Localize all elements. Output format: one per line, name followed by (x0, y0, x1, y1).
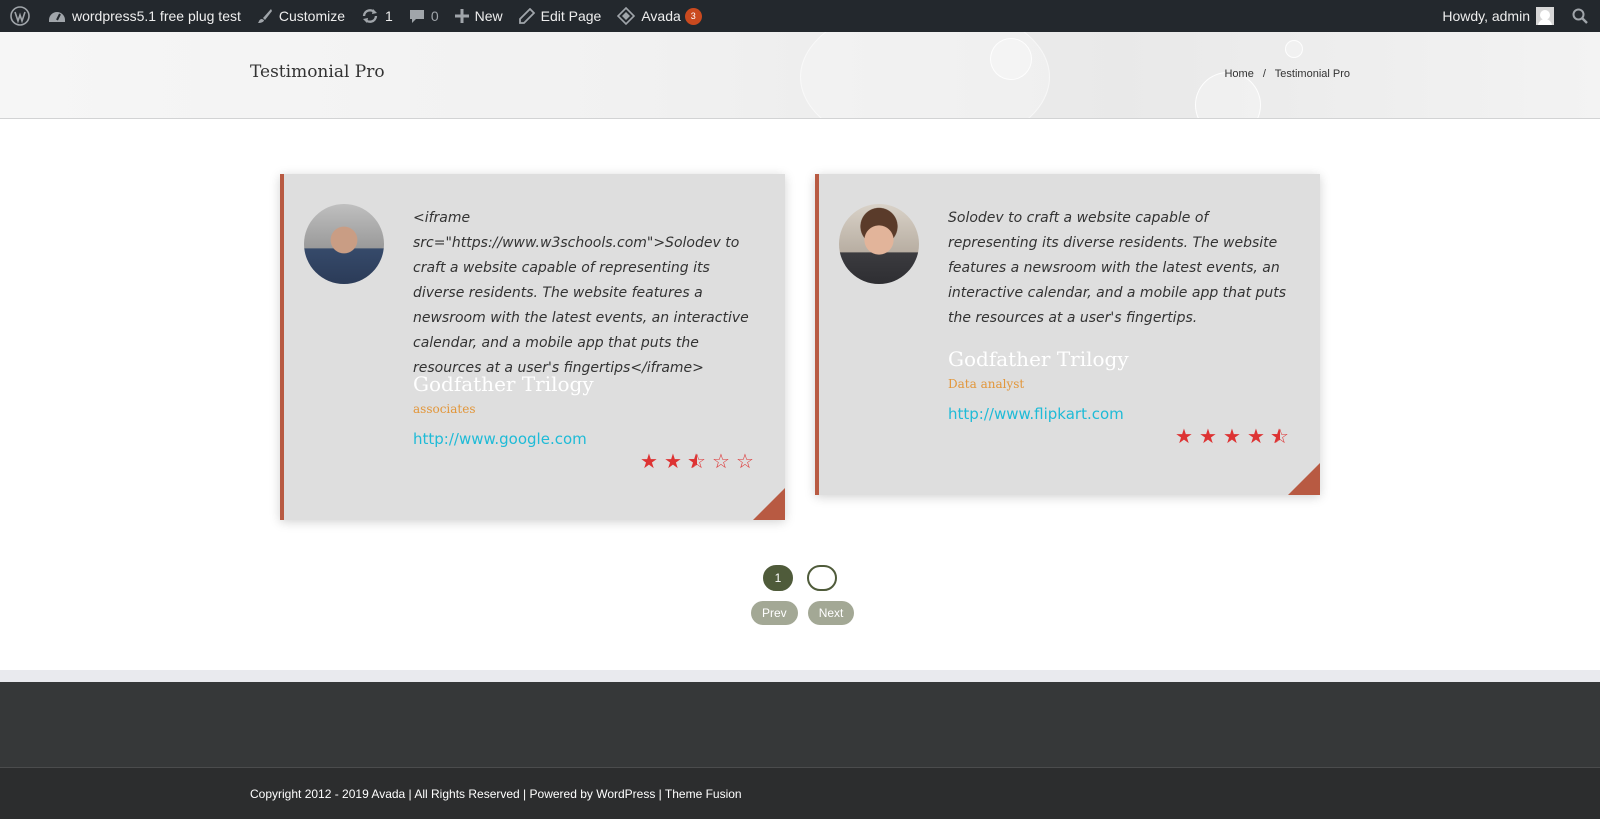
avada-notification-badge: 3 (684, 7, 702, 25)
avada-icon (617, 7, 636, 25)
page-title-bar: Testimonial Pro Home / Testimonial Pro (0, 32, 1600, 119)
star-empty-icon: ☆ (712, 451, 730, 473)
edit-page-link[interactable]: Edit Page (511, 0, 610, 32)
page-dot-2[interactable] (807, 565, 837, 591)
decorative-bubble (1285, 40, 1303, 58)
updates-icon (362, 9, 378, 23)
footer-copyright-bar: Copyright 2012 - 2019 Avada | All Rights… (0, 767, 1600, 819)
howdy-label: Howdy, admin (1442, 8, 1530, 24)
testimonial-text: <iframe src="https://www.w3schools.com">… (413, 210, 749, 376)
customize-link[interactable]: Customize (249, 0, 353, 32)
comments-link[interactable]: 0 (401, 0, 447, 32)
star-full-icon: ★ (1223, 426, 1241, 448)
testimonial-avatar (839, 204, 919, 284)
testimonial-position: associates (413, 402, 476, 416)
star-full-icon: ★ (1175, 426, 1193, 448)
customize-label: Customize (278, 8, 346, 24)
pagination-nav: Prev Next (751, 601, 855, 625)
wordpress-icon (10, 6, 30, 26)
avada-menu[interactable]: Avada 3 (609, 0, 709, 32)
wp-admin-bar: wordpress5.1 free plug test Customize 1 … (0, 0, 1600, 32)
star-empty-icon: ☆ (736, 451, 754, 473)
next-button[interactable]: Next (807, 601, 855, 625)
star-rating: ★★☆★☆☆ (639, 452, 755, 472)
my-account-menu[interactable]: Howdy, admin (1434, 0, 1562, 32)
footer-widgets-area (0, 670, 1600, 768)
pagination-dots: 1 (763, 565, 837, 591)
updates-count: 1 (385, 8, 393, 24)
decorative-bubble (800, 32, 1050, 118)
card-corner-decoration (1288, 463, 1320, 495)
new-label: New (474, 8, 503, 24)
prev-button[interactable]: Prev (751, 601, 798, 625)
testimonial-text: Solodev to craft a website capable of re… (948, 210, 1287, 326)
site-name: wordpress5.1 free plug test (72, 8, 241, 24)
testimonial-position: Data analyst (948, 377, 1025, 391)
pencil-icon (518, 8, 535, 24)
breadcrumb: Home / Testimonial Pro (1224, 68, 1350, 80)
star-full-icon: ★ (1199, 426, 1217, 448)
edit-page-label: Edit Page (540, 8, 602, 24)
testimonial-website-link[interactable]: http://www.flipkart.com (948, 405, 1124, 423)
avada-label: Avada (641, 8, 681, 24)
wordpress-logo-menu[interactable] (0, 0, 40, 32)
breadcrumb-separator: / (1262, 68, 1266, 80)
star-full-icon: ★ (640, 451, 658, 473)
testimonial-name: Godfather Trilogy (413, 372, 594, 396)
testimonial-website-link[interactable]: http://www.google.com (413, 430, 587, 448)
dashboard-icon (49, 12, 65, 22)
page-dot-1[interactable]: 1 (763, 565, 793, 591)
copyright-text: Copyright 2012 - 2019 Avada | All Rights… (250, 787, 742, 801)
new-content-menu[interactable]: New (447, 0, 511, 32)
comment-icon (409, 10, 424, 23)
star-rating: ★★★★☆★ (1174, 427, 1290, 447)
star-full-icon: ★ (1247, 426, 1265, 448)
testimonial-card: <iframe src="https://www.w3schools.com">… (280, 174, 785, 520)
page-title: Testimonial Pro (250, 62, 385, 82)
search-icon (1572, 8, 1588, 24)
testimonial-name: Godfather Trilogy (948, 347, 1129, 371)
plus-icon (454, 9, 469, 23)
breadcrumb-home-link[interactable]: Home (1224, 68, 1253, 80)
testimonial-avatar (304, 204, 384, 284)
updates-link[interactable]: 1 (353, 0, 401, 32)
star-half-icon: ☆★ (687, 451, 706, 473)
brush-icon (257, 9, 272, 23)
testimonial-card: Solodev to craft a website capable of re… (815, 174, 1320, 495)
admin-avatar (1536, 7, 1554, 25)
star-full-icon: ★ (664, 451, 682, 473)
card-corner-decoration (753, 488, 785, 520)
comments-count: 0 (430, 8, 439, 24)
breadcrumb-current: Testimonial Pro (1274, 68, 1350, 80)
search-toggle[interactable] (1562, 0, 1600, 32)
site-name-menu[interactable]: wordpress5.1 free plug test (40, 0, 249, 32)
star-half-icon: ☆★ (1270, 426, 1289, 448)
